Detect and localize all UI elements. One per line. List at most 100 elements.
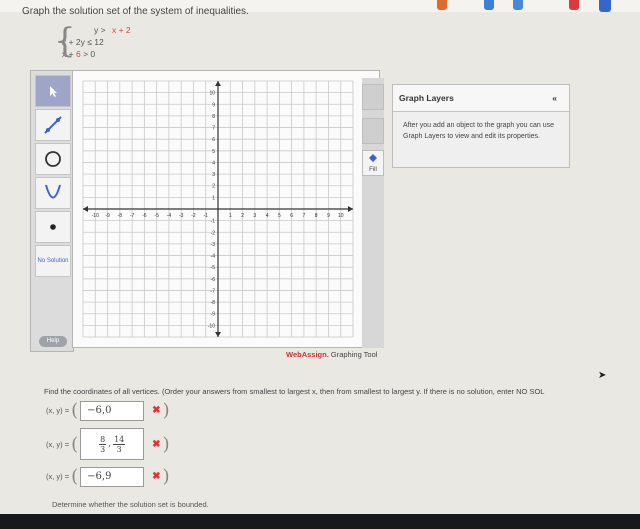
- tab-icon-blue[interactable]: [484, 0, 494, 10]
- x-tick-label: 3: [253, 213, 256, 219]
- x-tick-label: -9: [105, 213, 110, 219]
- line-tool[interactable]: [35, 109, 71, 141]
- open-paren: (: [71, 400, 79, 421]
- fill-tool[interactable]: Fill: [362, 150, 384, 176]
- answer-value-1: −6,0: [87, 405, 112, 416]
- axis-arrow: [83, 206, 88, 212]
- graph-area[interactable]: -10 -9 -8 -7 -6 -5 -4 -3 -2 -1 1 2 3 4 5 6 7 8 9 10 10 9 8 7 6 5 4…: [72, 70, 380, 348]
- help-button[interactable]: Help: [39, 336, 67, 347]
- right-tool-panel: Fill: [362, 78, 384, 348]
- x-tick-label: 7: [303, 213, 306, 219]
- y-tick-label: -1: [211, 219, 216, 225]
- y-tick-label: 1: [212, 195, 215, 201]
- answer-row-2: (x, y) = ( 8 3 , 14 3 ✖ ): [46, 428, 172, 460]
- parabola-tool-icon: [45, 184, 61, 199]
- y-tick-label: -5: [211, 265, 216, 271]
- x-tick-label: -6: [142, 213, 147, 219]
- circle-tool[interactable]: [35, 143, 71, 175]
- no-solution-button[interactable]: No Solution: [35, 245, 71, 277]
- denominator: 3: [116, 444, 122, 454]
- tab-icon-red[interactable]: [569, 0, 579, 10]
- x-tick-label: -10: [92, 213, 99, 219]
- fill-bucket-icon: [369, 154, 377, 162]
- menu-icon[interactable]: [599, 0, 611, 12]
- answer-input-2[interactable]: 8 3 , 14 3: [80, 428, 145, 460]
- fraction-x: 8 3: [99, 435, 107, 454]
- taskbar: [0, 514, 640, 529]
- no-solution-label: No Solution: [37, 257, 69, 264]
- y-tick-label: 2: [212, 184, 215, 190]
- webassign-brand: WebAssign. Graphing Tool: [286, 350, 377, 359]
- mouse-cursor-icon: ➤: [598, 370, 607, 381]
- circle-tool-icon: [45, 151, 61, 167]
- y-tick-label: 9: [212, 102, 215, 108]
- y-tick-label: 4: [212, 160, 215, 166]
- fraction-y: 14 3: [113, 434, 126, 454]
- coordinate-grid[interactable]: -10 -9 -8 -7 -6 -5 -4 -3 -2 -1 1 2 3 4 5 6 7 8 9 10 10 9 8 7 6 5 4…: [73, 71, 363, 347]
- layer-tool[interactable]: [362, 118, 384, 144]
- x-tick-label: -4: [167, 213, 172, 219]
- ineq3-b: 6: [75, 49, 81, 59]
- y-tick-label: -7: [211, 288, 216, 294]
- open-paren: (: [71, 466, 79, 487]
- x-tick-label: -3: [179, 213, 184, 219]
- fill-label: Fill: [369, 167, 377, 173]
- y-tick-label: -9: [211, 312, 216, 318]
- incorrect-icon: ✖: [152, 438, 161, 450]
- x-tick-label: -5: [154, 213, 159, 219]
- tab-icon-orange[interactable]: [437, 0, 447, 10]
- answer-label: (x, y) =: [46, 472, 70, 481]
- ineq1-rhs: x + 2: [111, 25, 131, 35]
- close-paren: ): [162, 433, 170, 455]
- y-tick-label: 7: [212, 126, 215, 132]
- bounded-question: Determine whether the solution set is bo…: [52, 500, 209, 509]
- brand-web: WebAssign.: [286, 350, 329, 359]
- ineq1-lhs: y >: [94, 25, 106, 35]
- x-tick-label: -1: [204, 213, 209, 219]
- numerator: 14: [113, 434, 126, 445]
- x-tick-label: 9: [327, 213, 330, 219]
- x-tick-label: 8: [315, 213, 318, 219]
- comma: ,: [108, 439, 112, 449]
- pointer-tool[interactable]: [35, 75, 71, 107]
- denominator: 3: [100, 444, 106, 454]
- answer-input-3[interactable]: −6,9: [80, 466, 145, 487]
- tab-icon-blue-2[interactable]: [513, 0, 523, 10]
- graph-layers-body: After you add an object to the graph you…: [403, 122, 554, 140]
- graph-layers-panel: Graph Layers « After you add an object t…: [392, 84, 570, 168]
- y-tick-label: -4: [211, 254, 216, 260]
- x-tick-label: 5: [278, 213, 281, 219]
- y-tick-label: -8: [211, 300, 216, 306]
- collapse-icon[interactable]: «: [552, 85, 557, 111]
- graph-layers-header[interactable]: Graph Layers «: [393, 85, 569, 112]
- point-tool-icon: [50, 224, 56, 230]
- y-tick-label: -3: [211, 242, 216, 248]
- y-tick-label: -10: [208, 323, 215, 329]
- pointer-tool-icon: [50, 86, 57, 97]
- x-tick-label: 6: [290, 213, 293, 219]
- axis-arrow: [215, 332, 221, 337]
- open-paren: (: [71, 433, 79, 455]
- axis-arrow: [348, 206, 353, 212]
- y-tick-label: 8: [212, 114, 215, 120]
- close-paren: ): [162, 466, 170, 487]
- close-paren: ): [162, 400, 170, 421]
- incorrect-icon: ✖: [152, 471, 161, 482]
- y-tick-label: 10: [209, 91, 215, 97]
- point-tool[interactable]: [35, 211, 71, 243]
- line-tool-icon: [44, 116, 62, 134]
- answer-value-3: −6,9: [87, 471, 112, 482]
- delete-tool[interactable]: [362, 84, 384, 110]
- graph-layers-title: Graph Layers: [399, 93, 454, 103]
- x-tick-label: 4: [266, 213, 269, 219]
- answer-row-3: (x, y) = ( −6,9 ✖ ): [46, 466, 172, 487]
- answer-input-1[interactable]: −6,0: [80, 400, 145, 421]
- axis-arrow: [215, 81, 221, 86]
- parabola-tool[interactable]: [35, 177, 71, 209]
- x-tick-label: 10: [338, 213, 344, 219]
- question-prompt: Graph the solution set of the system of …: [22, 6, 249, 17]
- x-tick-label: 1: [229, 213, 232, 219]
- ineq3-c: > 0: [83, 49, 96, 59]
- graph-tool-panel: No Solution Help: [30, 70, 74, 352]
- x-tick-label: -8: [118, 213, 123, 219]
